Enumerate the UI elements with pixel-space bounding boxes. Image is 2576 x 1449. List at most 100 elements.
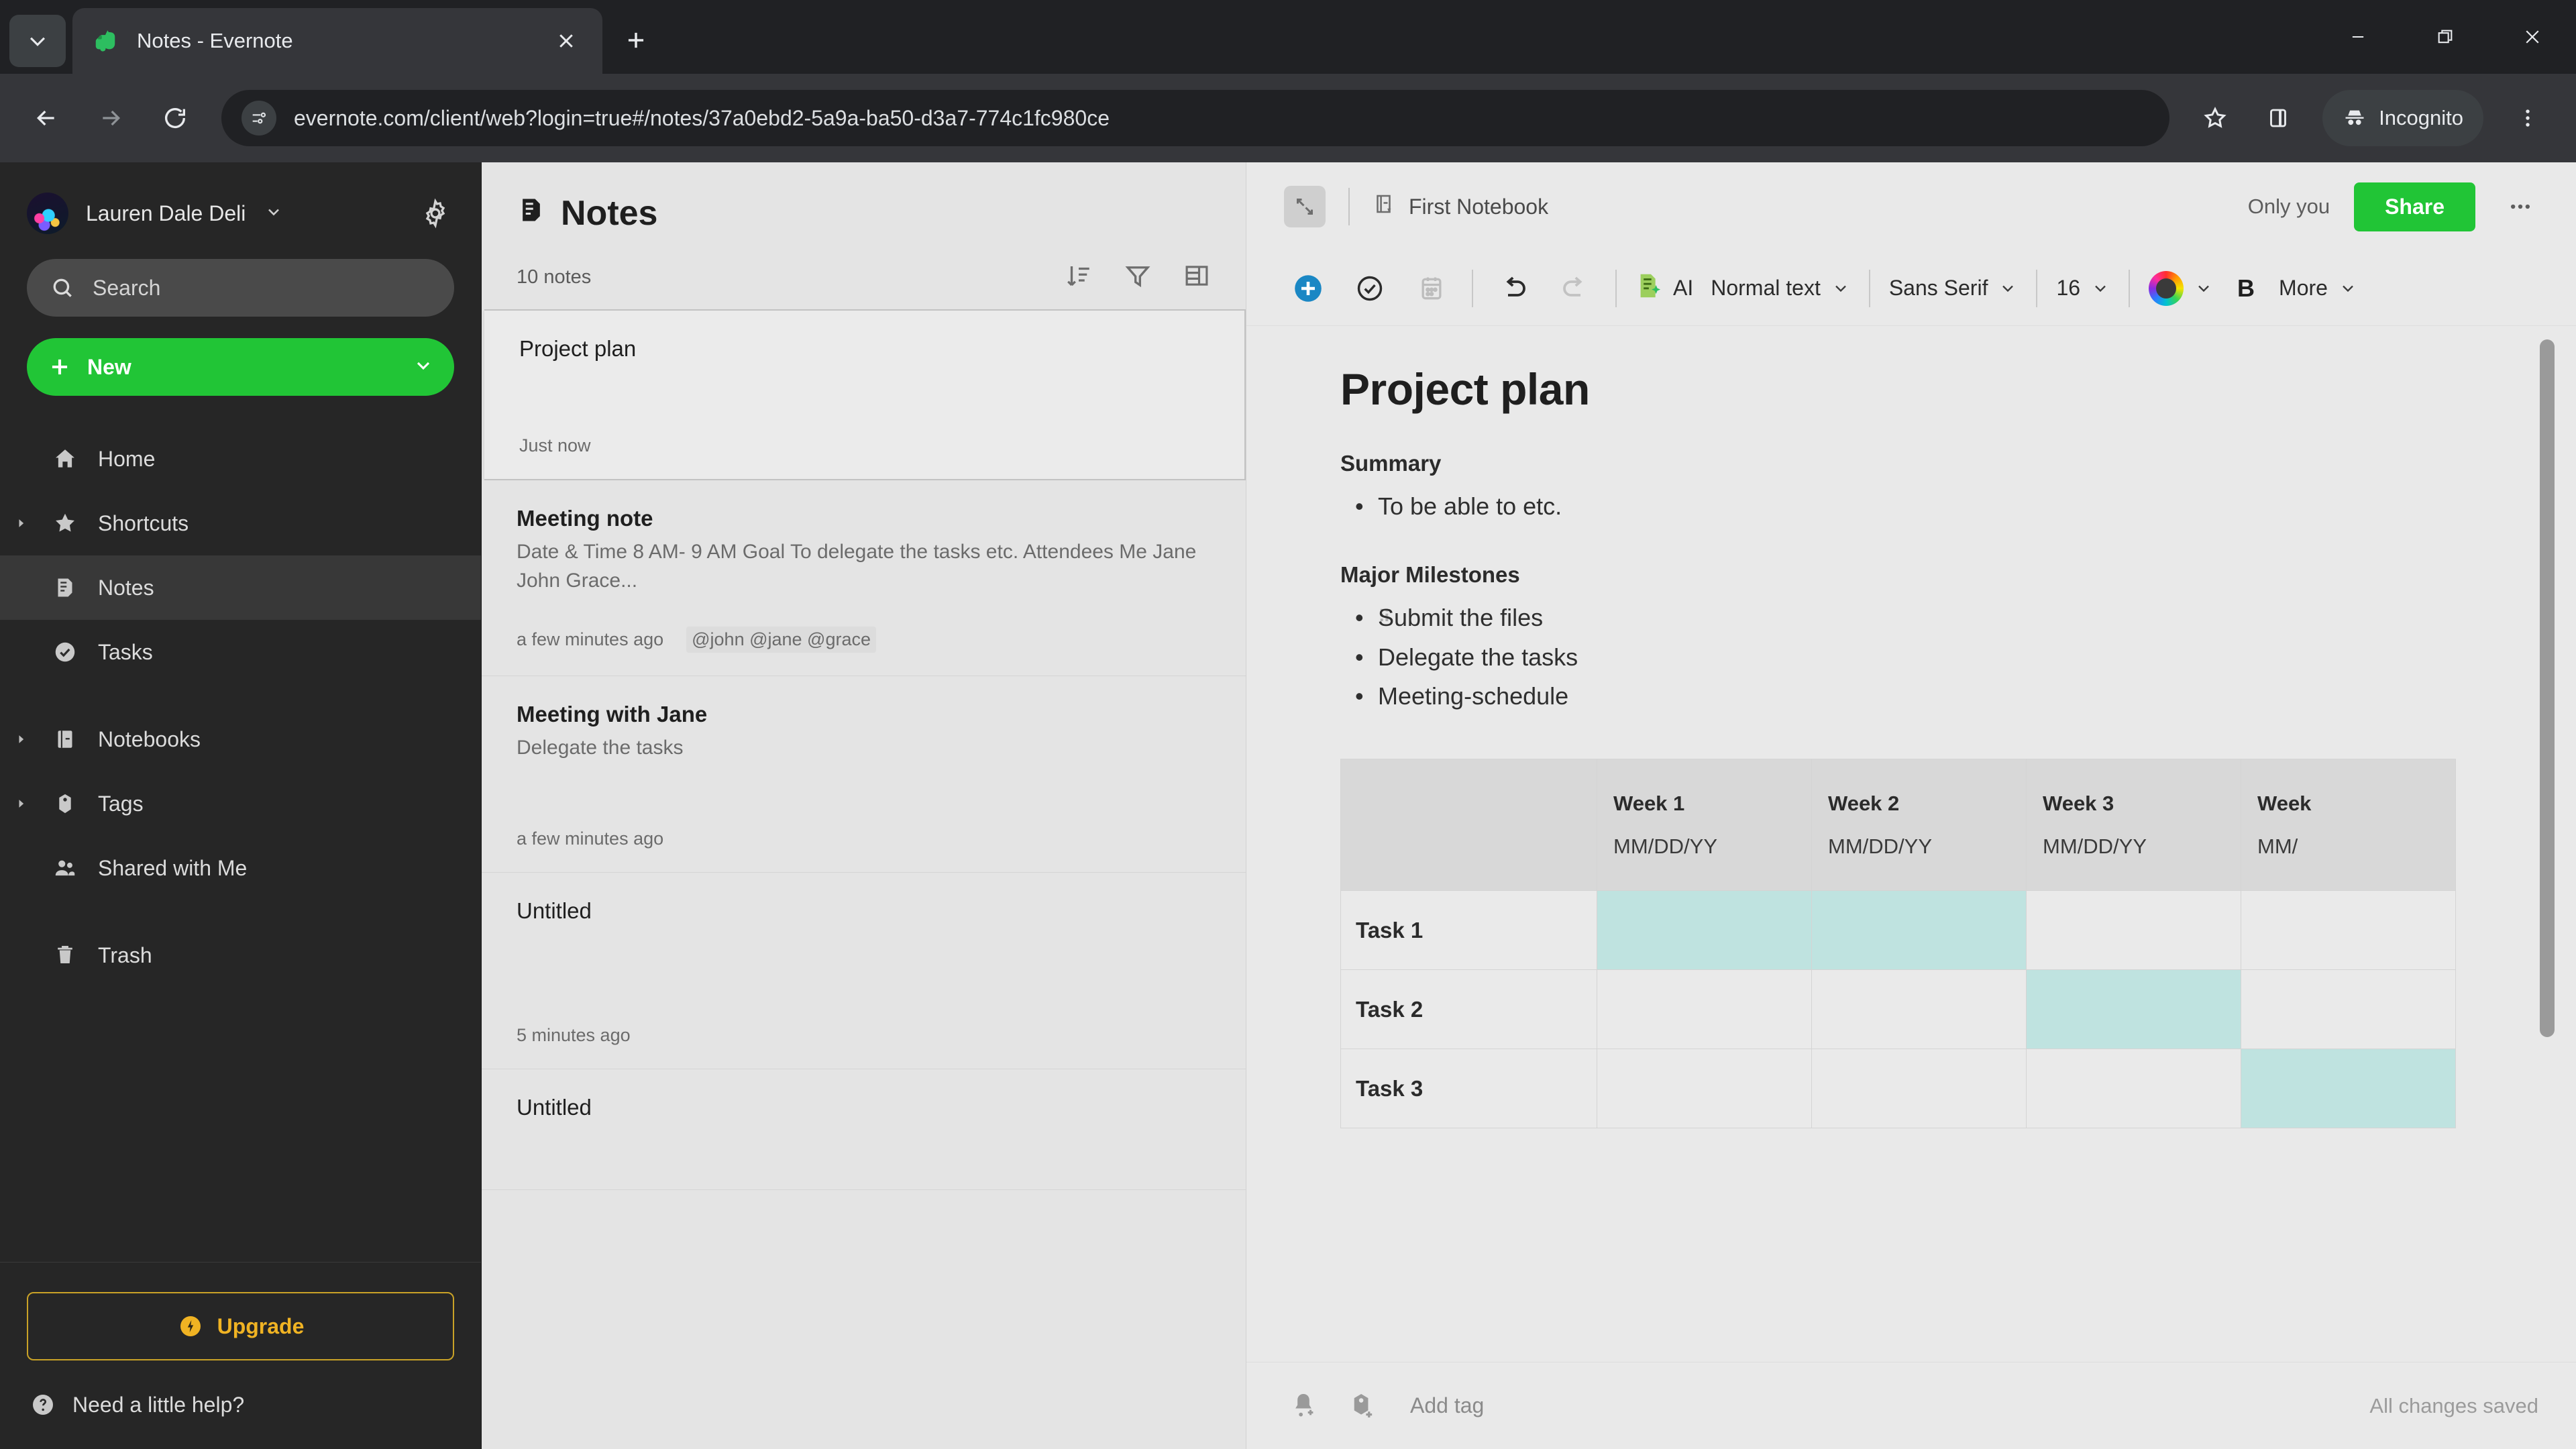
sidebar-item-home[interactable]: Home (0, 427, 481, 491)
table-cell[interactable] (1811, 890, 2027, 971)
tag-plus-icon[interactable] (1343, 1387, 1382, 1426)
table-cell[interactable] (2026, 890, 2241, 971)
settings-button[interactable] (417, 195, 454, 232)
ai-label: AI (1673, 276, 1694, 300)
table-cell[interactable] (2026, 969, 2241, 1050)
note-list-panel: Notes 10 notes Project plan Just now Mee… (482, 162, 1246, 1449)
side-panel-button[interactable] (2250, 90, 2306, 146)
sidebar-item-notes[interactable]: Notes (0, 555, 481, 620)
note-list-item[interactable]: Untitled 5 minutes ago (482, 873, 1246, 1069)
site-settings-icon[interactable] (241, 101, 276, 136)
note-title-heading[interactable]: Project plan (1340, 364, 2489, 415)
help-button[interactable]: Need a little help? (27, 1391, 454, 1418)
tab-search-button[interactable] (9, 15, 66, 67)
sidebar-item-tasks[interactable]: Tasks (0, 620, 481, 684)
back-button[interactable] (17, 89, 75, 147)
sort-descending-icon[interactable] (1065, 262, 1093, 293)
task-label[interactable]: Task 1 (1340, 890, 1597, 971)
sidebar-item-tags[interactable]: Tags (0, 771, 481, 836)
bold-button[interactable]: B (2222, 274, 2269, 303)
browser-tab[interactable]: Notes - Evernote (72, 8, 602, 74)
task-label[interactable]: Task 3 (1340, 1049, 1597, 1129)
help-label: Need a little help? (72, 1392, 245, 1417)
sidebar-item-trash[interactable]: Trash (0, 923, 481, 987)
close-window-button[interactable] (2489, 0, 2576, 74)
calendar-button[interactable] (1401, 258, 1462, 319)
filter-icon[interactable] (1124, 262, 1152, 293)
notebook-breadcrumb[interactable]: First Notebook (1373, 192, 1548, 221)
url-input[interactable]: evernote.com/client/web?login=true#/note… (221, 90, 2170, 146)
forward-button[interactable] (82, 89, 140, 147)
note-body[interactable]: Project plan Summary To be able to etc. … (1246, 326, 2576, 1362)
chevron-down-icon[interactable] (413, 355, 434, 380)
tab-close-button[interactable] (549, 23, 584, 58)
new-tab-button[interactable] (613, 17, 659, 63)
table-row: Task 1 (1340, 890, 2456, 971)
table-cell[interactable] (2241, 969, 2456, 1050)
font-size-dropdown[interactable]: 16 (2047, 276, 2119, 301)
table-cell[interactable] (1597, 1049, 1812, 1129)
divider (2129, 269, 2131, 307)
redo-button[interactable] (1544, 258, 1606, 319)
table-column-header[interactable]: Week 1 MM/DD/YY (1597, 759, 1812, 892)
bookmark-button[interactable] (2187, 90, 2243, 146)
search-input[interactable]: Search (27, 259, 454, 317)
maximize-button[interactable] (2402, 0, 2489, 74)
ai-button[interactable]: AI (1626, 270, 1701, 307)
table-column-header[interactable]: Week 2 MM/DD/YY (1811, 759, 2027, 892)
note-more-button[interactable] (2500, 193, 2541, 220)
table-column-header[interactable]: Week 3 MM/DD/YY (2026, 759, 2241, 892)
more-formatting-dropdown[interactable]: More (2269, 276, 2367, 301)
bullet-item[interactable]: Delegate the tasks (1355, 638, 2489, 678)
add-tag-button[interactable]: Add tag (1410, 1393, 1484, 1418)
table-cell[interactable] (2241, 890, 2456, 971)
sidebar-item-shortcuts[interactable]: Shortcuts (0, 491, 481, 555)
task-label[interactable]: Task 2 (1340, 969, 1597, 1050)
share-button[interactable]: Share (2354, 182, 2475, 231)
font-family-value: Sans Serif (1888, 276, 1988, 300)
table-cell[interactable] (2241, 1049, 2456, 1129)
minimize-button[interactable] (2314, 0, 2402, 74)
paragraph-style-dropdown[interactable]: Normal text (1701, 276, 1860, 301)
bullet-item[interactable]: To be able to etc. (1355, 487, 2489, 527)
table-cell[interactable] (1811, 969, 2027, 1050)
reload-icon (165, 108, 185, 129)
note-snippet: Delegate the tasks (517, 737, 684, 759)
sidebar-item-shared-with-me[interactable]: Shared with Me (0, 836, 481, 900)
bolt-badge-icon (180, 1316, 201, 1336)
note-list-item[interactable]: Untitled (482, 1069, 1246, 1190)
reload-button[interactable] (146, 89, 204, 147)
table-column-header[interactable]: Week MM/ (2241, 759, 2456, 892)
note-list-item[interactable]: Meeting with Jane Delegate the tasks a f… (482, 676, 1246, 873)
note-list-item[interactable]: Project plan Just now (484, 309, 1246, 480)
bell-plus-icon[interactable] (1284, 1387, 1323, 1426)
new-note-button[interactable]: New (27, 338, 454, 396)
table-cell[interactable] (1597, 890, 1812, 971)
editor-scrollbar[interactable] (2540, 339, 2555, 1037)
browser-menu-button[interactable] (2500, 90, 2556, 146)
insert-button[interactable] (1277, 258, 1339, 319)
bullet-item[interactable]: Meeting-schedule (1355, 677, 2489, 716)
note-list-item[interactable]: Meeting note Date & Time 8 AM- 9 AM Goal… (482, 480, 1246, 676)
text-color-dropdown[interactable] (2139, 270, 2222, 306)
list-view-icon[interactable] (1183, 262, 1211, 293)
gantt-table[interactable]: Week 1 MM/DD/YY Week 2 MM/DD/YY Week 3 M… (1340, 759, 2456, 1129)
table-cell[interactable] (1811, 1049, 2027, 1129)
expand-note-button[interactable] (1284, 186, 1326, 227)
avatar (27, 193, 68, 234)
table-cell[interactable] (1597, 969, 1812, 1050)
twisty-right-icon[interactable] (9, 733, 32, 746)
font-family-dropdown[interactable]: Sans Serif (1880, 276, 2027, 301)
sidebar-item-notebooks[interactable]: Notebooks (0, 707, 481, 771)
twisty-right-icon[interactable] (9, 797, 32, 810)
profile-incognito-button[interactable]: Incognito (2322, 90, 2483, 146)
table-corner-cell[interactable] (1340, 759, 1597, 892)
undo-button[interactable] (1483, 258, 1544, 319)
account-switcher[interactable]: Lauren Dale Deli (27, 185, 454, 241)
task-button[interactable] (1339, 258, 1401, 319)
plus-circle-icon (1295, 274, 1322, 302)
twisty-right-icon[interactable] (9, 517, 32, 530)
table-cell[interactable] (2026, 1049, 2241, 1129)
upgrade-button[interactable]: Upgrade (27, 1292, 454, 1360)
bullet-item[interactable]: Submit the files (1355, 598, 2489, 638)
